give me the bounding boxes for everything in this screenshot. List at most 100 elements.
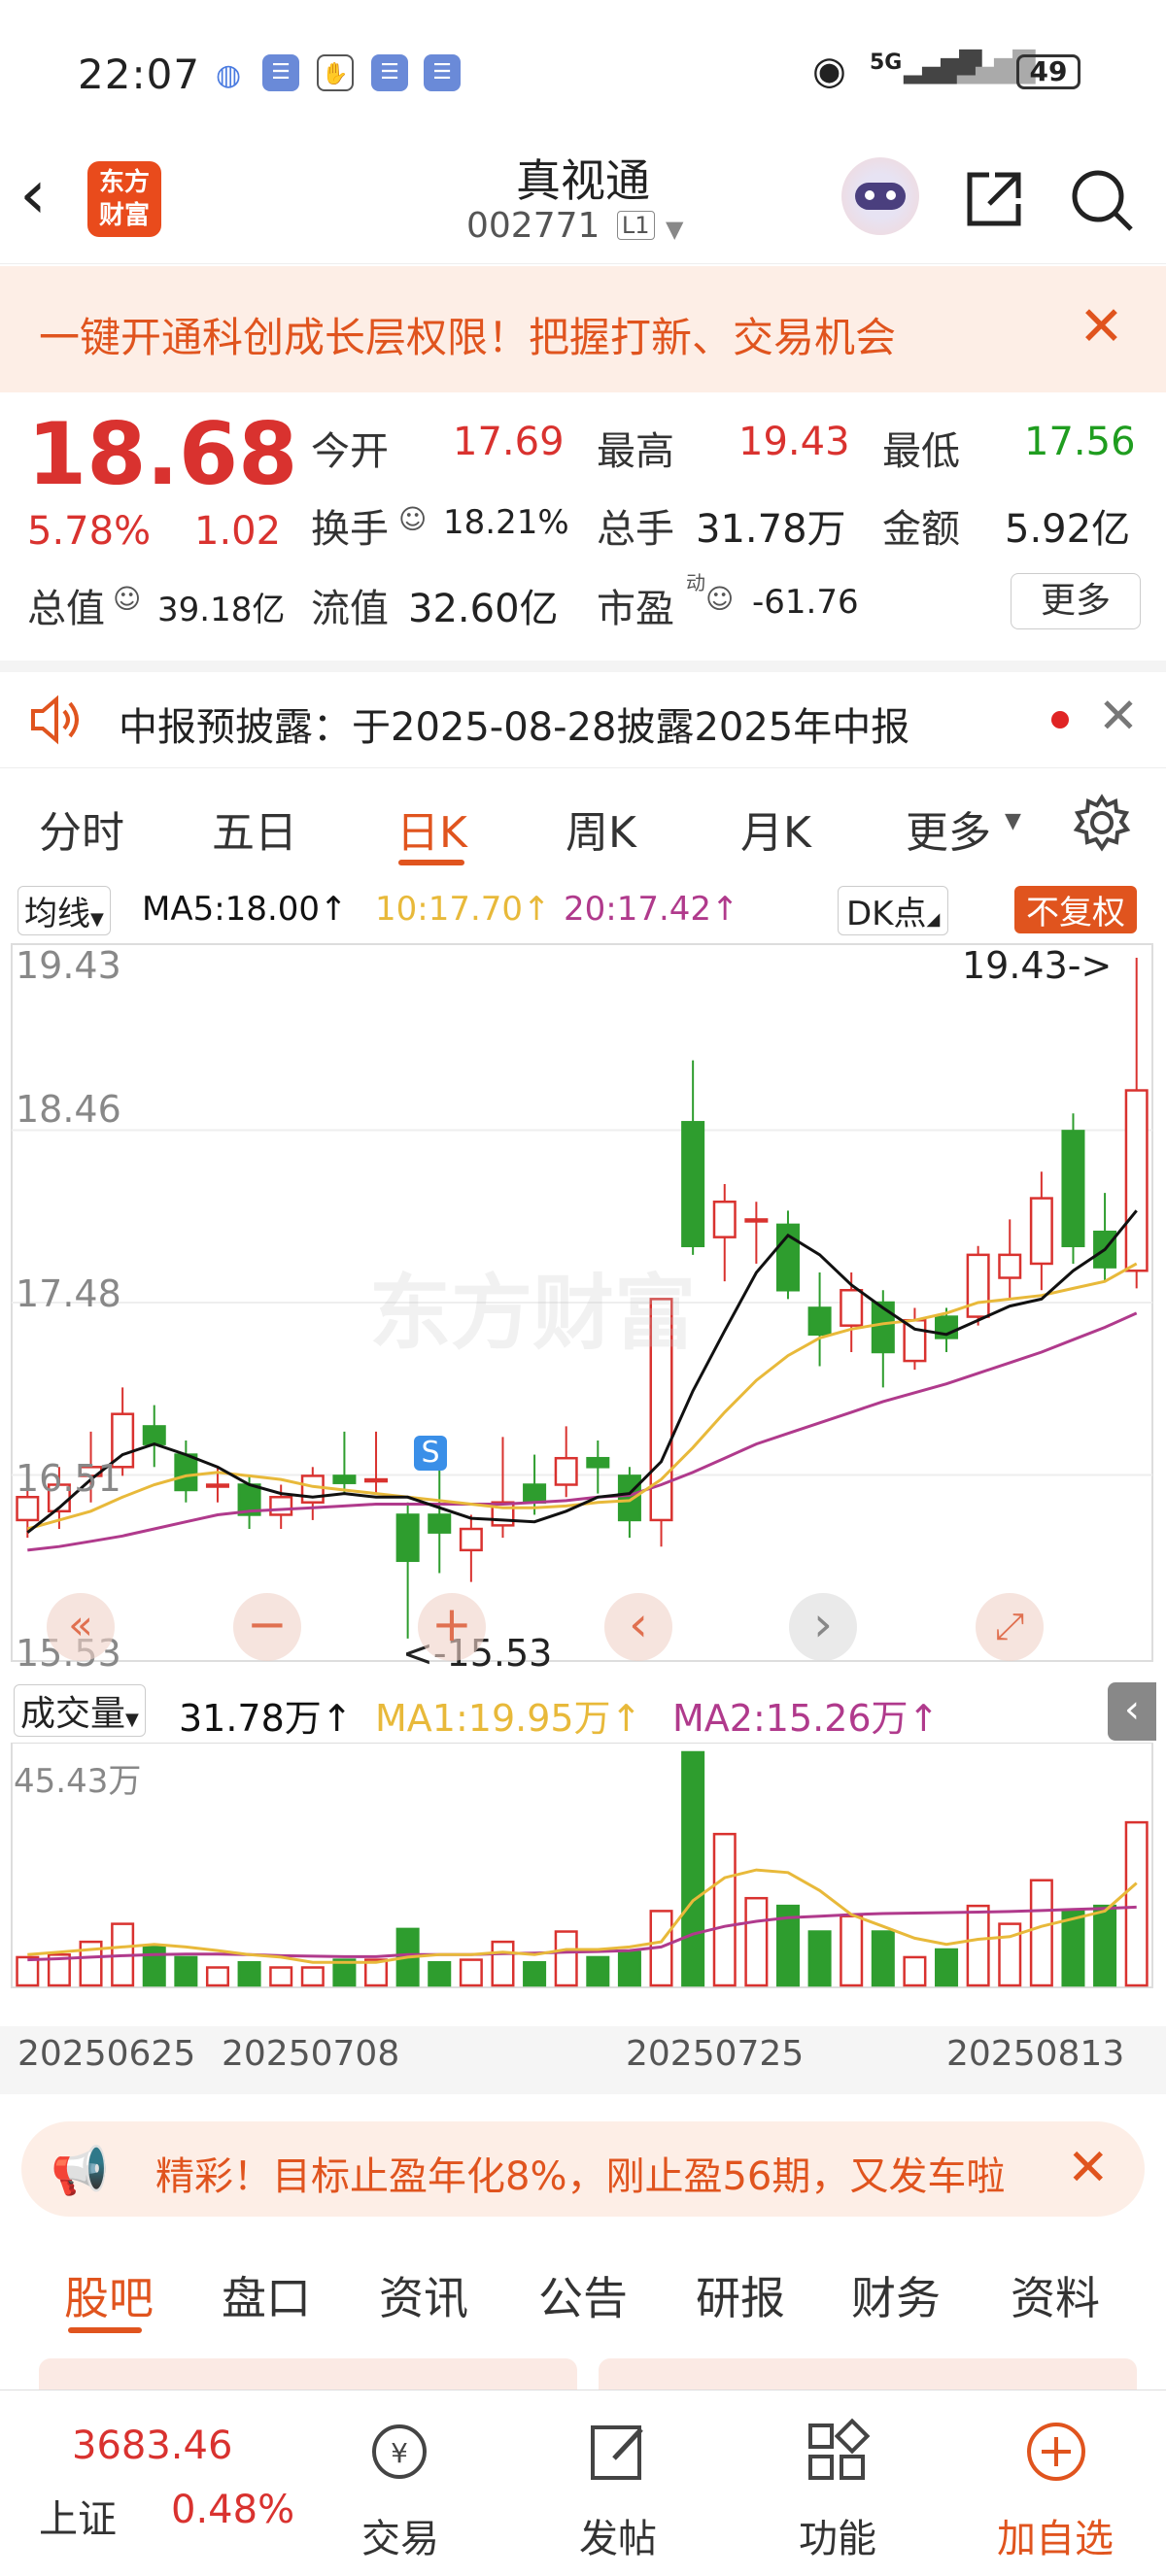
date-label-2: 20250708 [222,2034,400,2074]
promo-banner[interactable]: 一键开通科创成长层权限！把握打新、交易机会 ✕ [0,266,1166,392]
ma20-value: 20:17.42↑ [564,890,739,929]
stock-header: ‹ 东方 财富 真视通 002771 L1 ▼ [0,146,1166,264]
pe-label: 市盈 [597,587,674,631]
pe-value: -61.76 [752,583,859,622]
tab-news[interactable]: 资讯 [379,2263,468,2327]
tab-weekly-k[interactable]: 周K [566,797,636,860]
candle-body [554,1456,578,1486]
nav-trade[interactable]: 交易 [323,2507,478,2563]
candle-body [998,1253,1022,1279]
dropdown-icon: ▼ [90,909,104,930]
corner-icon: ◢ [926,909,941,930]
gear-icon[interactable] [1073,794,1131,852]
stock-code-row[interactable]: 002771 L1 ▼ [466,206,719,246]
volume-chart[interactable] [0,1743,1166,2024]
s-signal-badge[interactable]: S [414,1436,447,1471]
watermark-logo: 东方财富 [369,1266,697,1361]
candle-body [871,1301,895,1354]
tab-finance[interactable]: 财务 [851,2263,941,2327]
logo-line1: 东方 [98,168,150,197]
pe-info-icon[interactable]: ☺ [705,583,734,615]
chevron-left-button[interactable]: ‹ [604,1593,672,1661]
candle-body [364,1477,389,1483]
indicator-select[interactable]: 均线▼ [17,886,111,935]
volume-axis-max: 45.43万 [14,1762,142,1801]
volume-indicator-select[interactable]: 成交量▼ [14,1684,146,1737]
date-label-3: 20250725 [626,2034,805,2074]
robot-avatar-icon[interactable] [841,157,919,235]
info-icon[interactable]: ☺ [113,583,141,615]
close-promo-icon[interactable]: ✕ [1067,2139,1110,2197]
more-button[interactable]: 更多 [1011,573,1141,629]
rewind-button[interactable]: « [47,1593,115,1661]
last-price: 18.68 [27,404,298,504]
date-label-1: 20250625 [17,2034,196,2074]
add-watchlist-icon [1027,2423,1085,2481]
adjust-button[interactable]: 不复权 [1014,886,1137,933]
turnover-label: 换手 [311,507,389,552]
volume-bar [459,1958,483,1987]
tab-pankou[interactable]: 盘口 [222,2263,311,2327]
high-value: 19.43 [738,420,850,464]
tab-more[interactable]: 更多 [906,797,991,860]
search-icon[interactable] [1067,165,1137,235]
index-change: 0.48% [171,2488,295,2532]
amount-value: 5.92亿 [1005,507,1131,552]
tab-monthly-k[interactable]: 月K [740,797,811,860]
fullscreen-icon[interactable]: ⤢ [976,1593,1044,1661]
tab-five-day[interactable]: 五日 [212,797,297,860]
zoom-in-button[interactable]: + [418,1593,486,1661]
amount-label: 金额 [882,507,960,552]
ma-legend-bar: 均线▼ MA5:18.00↑ 10:17.70↑ 20:17.42↑ DK点◢ … [0,880,1166,938]
nav-post[interactable]: 发帖 [540,2507,696,2563]
tab-announcement[interactable]: 公告 [538,2263,628,2327]
dk-button[interactable]: DK点◢ [838,886,949,935]
candle-body [681,1121,705,1247]
turnover-value: 18.21% [443,503,569,542]
zoom-out-button[interactable]: − [233,1593,301,1661]
close-notice-icon[interactable]: ✕ [1098,688,1139,744]
volume-bar [712,1832,737,1987]
banner-text: 一键开通科创成长层权限！把握打新、交易机会 [39,314,897,361]
tab-guba[interactable]: 股吧 [64,2263,154,2327]
collapse-panel-button[interactable]: ‹ [1108,1682,1156,1741]
date-label-4: 20250813 [946,2034,1125,2074]
promo-pill[interactable]: 📢 精彩！目标止盈年化8%，刚止盈56期，又发车啦 ✕ [21,2121,1145,2217]
vol-ma2-value: MA2:15.26万↑ [672,1697,940,1740]
stock-name: 真视通 [516,154,650,207]
candle-body [744,1218,769,1223]
change-value: 1.02 [194,509,282,554]
dropdown-icon-2: ▼ [125,1710,139,1730]
tab-research[interactable]: 研报 [696,2263,785,2327]
open-value: 17.69 [453,420,565,464]
high-label: 最高 [597,429,674,474]
candle-body [16,1496,40,1522]
candle-body [903,1318,927,1363]
back-button[interactable]: ‹ [19,155,47,233]
float-label: 流值 [311,587,389,631]
nav-add-watchlist[interactable]: 加自选 [977,2507,1133,2563]
candle-body [395,1513,420,1563]
hand-icon: ✋ [317,54,354,91]
candle-body [586,1456,610,1469]
tab-intraday[interactable]: 分时 [39,797,124,860]
volume-bar [966,1904,990,1987]
status-time: 22:07 [78,51,201,98]
nav-functions[interactable]: 功能 [760,2507,915,2563]
chevron-right-button[interactable]: › [789,1593,857,1661]
volume-bar [744,1896,769,1987]
turnover-info-icon[interactable]: ☺ [398,503,427,535]
tab-profile[interactable]: 资料 [1011,2263,1100,2327]
candle-body [332,1474,357,1484]
share-icon[interactable] [962,167,1026,231]
candle-body [840,1289,864,1327]
dk-label: DK点 [846,895,927,933]
volume-bar [617,1950,641,1987]
notice-bar[interactable]: 中报预披露：于2025-08-28披露2025年中报 ✕ [0,661,1166,767]
volume-label: 总手 [597,507,674,552]
candle-body [1061,1130,1085,1247]
tab-daily-k[interactable]: 日K [396,797,467,860]
index-value[interactable]: 3683.46 [72,2423,232,2468]
close-icon[interactable]: ✕ [1079,295,1124,358]
candle-body [174,1453,198,1492]
